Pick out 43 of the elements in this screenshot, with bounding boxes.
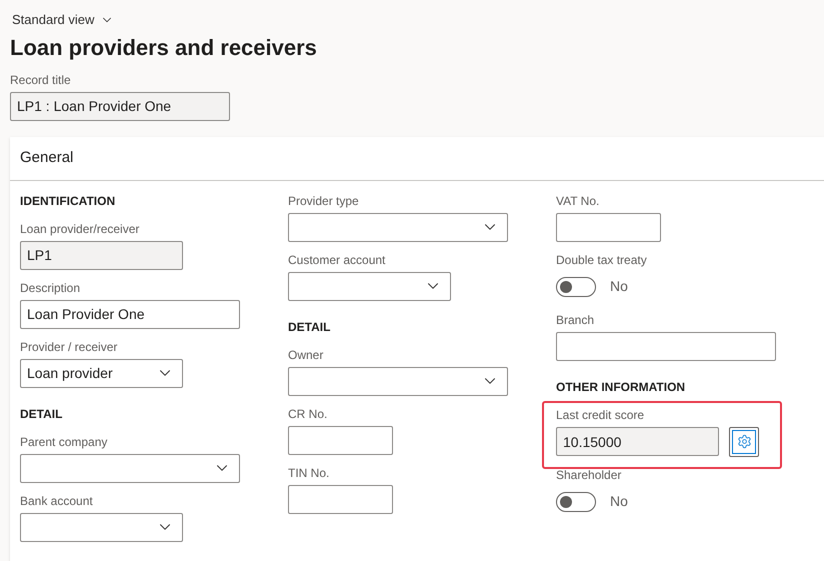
dropdown-field[interactable] [288, 366, 508, 396]
text-field[interactable] [288, 484, 393, 514]
record-title-field[interactable]: LP1 : Loan Provider One [10, 92, 230, 120]
field-label: TIN No. [288, 464, 330, 482]
field-label: Provider type [288, 192, 359, 210]
text-field[interactable] [556, 332, 776, 360]
section-heading: DETAIL [288, 318, 330, 336]
text-field[interactable]: 10.15000 [556, 427, 719, 456]
field-label: Parent company [20, 434, 108, 450]
text-field[interactable] [288, 426, 393, 454]
settings-icon [736, 434, 752, 449]
toggle-state: No [610, 492, 628, 511]
field-label: Description [20, 280, 80, 296]
field-label: Last credit score [556, 406, 644, 424]
section-title: General [20, 148, 74, 168]
field-label: Shareholder [556, 466, 622, 484]
page-title: Loan providers and receivers [10, 34, 318, 62]
text-field[interactable] [556, 212, 661, 242]
toggle-switch[interactable] [556, 492, 596, 512]
section-heading: IDENTIFICATION [20, 192, 116, 210]
field-label: Provider / receiver [20, 338, 118, 356]
dropdown-field[interactable] [288, 272, 451, 300]
section-heading: DETAIL [20, 406, 62, 422]
dropdown-field[interactable]: Loan provider [20, 358, 183, 388]
field-label: Branch [556, 312, 594, 328]
text-field[interactable]: LP1 [20, 240, 183, 270]
field-label: CR No. [288, 406, 328, 422]
field-label: Owner [288, 346, 324, 364]
toggle-switch[interactable] [556, 276, 596, 296]
settings-button[interactable] [729, 426, 759, 456]
dropdown-field[interactable] [288, 212, 508, 242]
text-field[interactable]: Loan Provider One [20, 300, 240, 328]
toggle-state: No [610, 277, 628, 296]
field-label: Loan provider/receiver [20, 220, 140, 238]
field-label: Double tax treaty [556, 252, 647, 268]
field-label: Bank account [20, 492, 93, 510]
field-label: Record title [10, 72, 71, 88]
view-selector[interactable]: Standard view [12, 10, 114, 30]
field-label: Customer account [288, 252, 386, 268]
section-heading: OTHER INFORMATION [556, 378, 686, 396]
dropdown-field[interactable] [20, 454, 240, 482]
field-label: VAT No. [556, 192, 600, 210]
dropdown-field[interactable] [20, 512, 183, 542]
